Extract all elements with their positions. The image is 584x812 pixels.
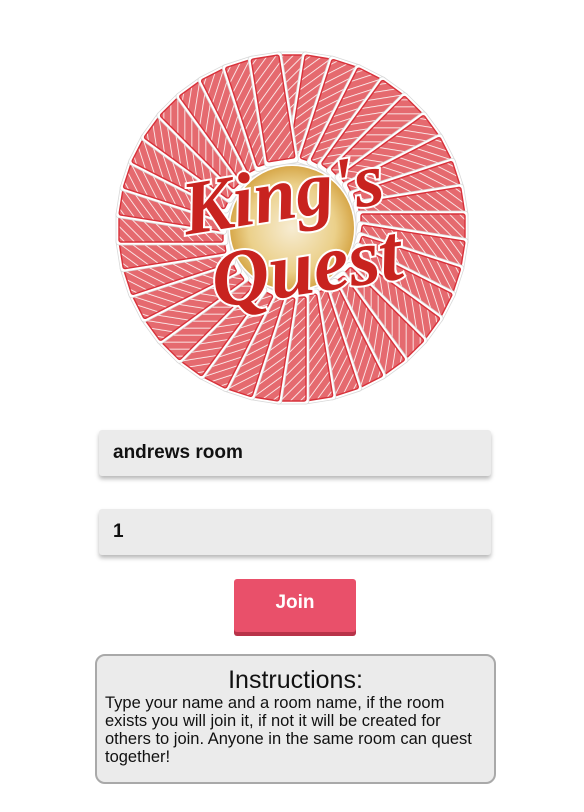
join-button[interactable]: Join [234, 579, 356, 632]
instructions-text: Type your name and a room name, if the r… [105, 694, 472, 766]
kings-quest-logo: King's Quest [110, 50, 475, 410]
instructions-title: Instructions: [228, 666, 363, 694]
room-name-input[interactable] [99, 430, 491, 476]
player-name-input[interactable] [99, 509, 491, 555]
logo-image: King's Quest [115, 51, 469, 405]
instructions-panel: Instructions: Type your name and a room … [95, 654, 496, 784]
